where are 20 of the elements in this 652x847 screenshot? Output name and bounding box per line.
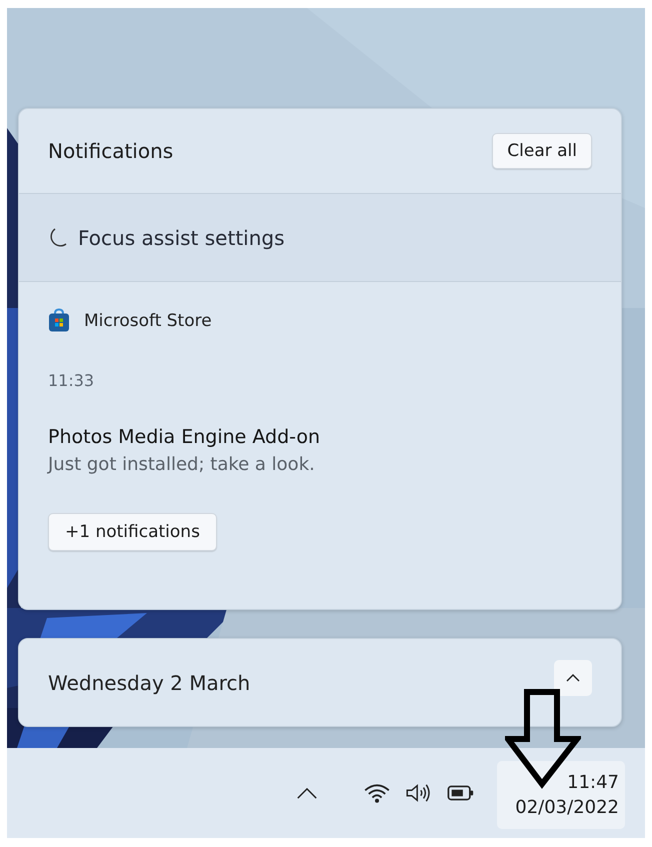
battery-icon[interactable]: [447, 783, 475, 803]
calendar-date: Wednesday 2 March: [48, 670, 250, 694]
chevron-icon[interactable]: [296, 786, 318, 800]
expand-button[interactable]: [554, 660, 592, 696]
notification-title: Photos Media Engine Add-on: [48, 426, 320, 448]
app-name: Microsoft Store: [84, 310, 212, 330]
notification-time: 11:33: [48, 371, 94, 390]
wifi-icon[interactable]: [363, 783, 391, 803]
moon-icon: [48, 226, 68, 248]
focus-assist-row[interactable]: Focus assist settings: [19, 194, 621, 282]
clear-all-button[interactable]: Clear all: [492, 133, 592, 169]
clock-button[interactable]: 11:47 02/03/2022: [497, 761, 625, 829]
store-bag-icon: [48, 308, 70, 333]
panel-title: Notifications: [48, 139, 174, 163]
chevron-icon: [566, 674, 580, 682]
more-notifications-button[interactable]: +1 notifications: [48, 513, 217, 551]
focus-assist-label: Focus assist settings: [78, 226, 285, 250]
clock-time: 11:47: [567, 772, 619, 793]
clock-date: 02/03/2022: [515, 797, 619, 818]
notification-body: Just got installed; take a look.: [48, 454, 315, 475]
